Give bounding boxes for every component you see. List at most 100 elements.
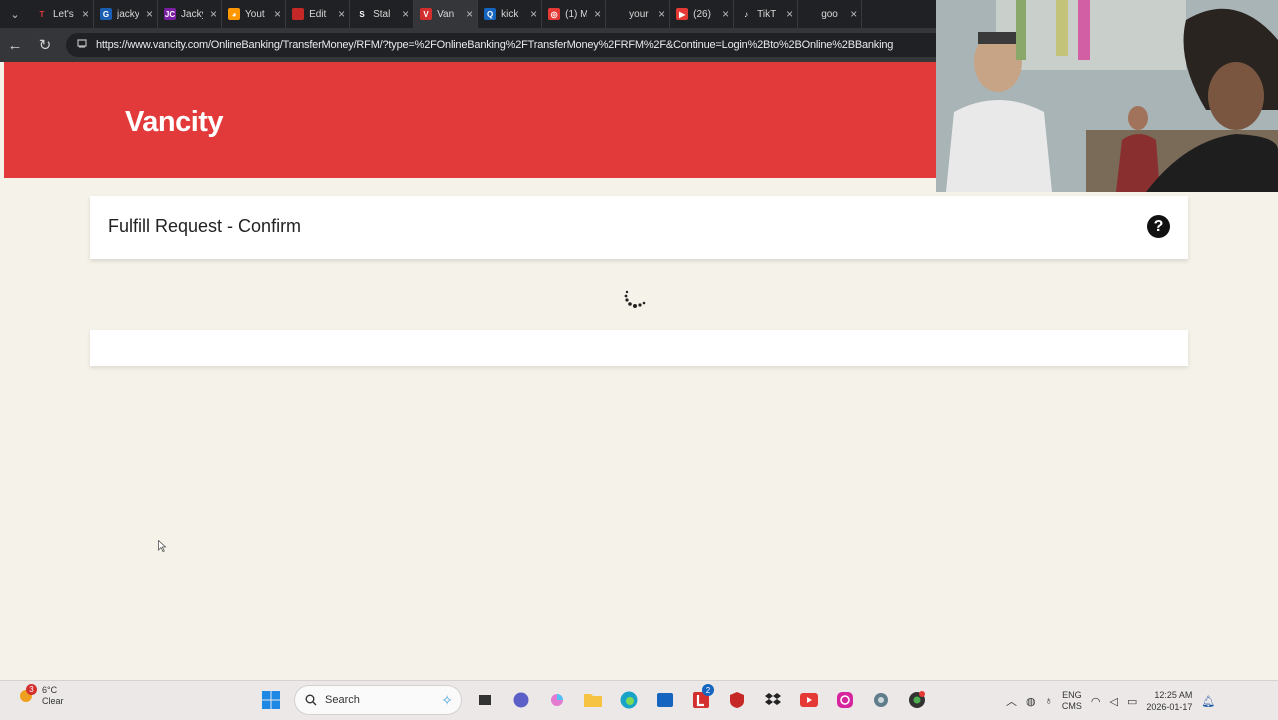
tab-close-icon[interactable]: × bbox=[722, 7, 729, 21]
loading-spinner-icon bbox=[624, 290, 646, 308]
tab-close-icon[interactable]: × bbox=[402, 7, 409, 21]
language-indicator[interactable]: ENG CMS bbox=[1062, 690, 1082, 712]
browser-tab[interactable]: ♪ TikT × bbox=[734, 0, 799, 28]
browser-tab[interactable]: JC Jacky × bbox=[158, 0, 223, 28]
tab-favicon-icon: ♪ bbox=[740, 8, 753, 20]
search-icon bbox=[305, 694, 317, 706]
lang-bottom: CMS bbox=[1061, 701, 1082, 711]
browser-tab[interactable]: V Van × bbox=[414, 0, 479, 28]
tab-title: Let's bbox=[53, 8, 74, 20]
tab-close-icon[interactable]: × bbox=[466, 7, 473, 21]
tab-title: (1) M bbox=[565, 8, 588, 20]
tab-favicon-icon: G bbox=[100, 8, 113, 20]
tab-favicon-icon: Q bbox=[484, 8, 497, 20]
help-icon[interactable]: ? bbox=[1147, 215, 1170, 238]
clock-time: 12:25 AM bbox=[1154, 690, 1193, 700]
weather-widget[interactable]: 3 6°C Clear bbox=[16, 684, 64, 707]
weather-desc: Clear bbox=[42, 696, 64, 706]
notification-badge: 2 bbox=[702, 684, 714, 696]
browser-tab[interactable]: your × bbox=[606, 0, 671, 28]
tab-title: Van bbox=[437, 8, 455, 20]
dropbox-icon[interactable] bbox=[760, 685, 786, 715]
content-panel bbox=[90, 330, 1188, 366]
browser-tab[interactable]: Edit × bbox=[286, 0, 351, 28]
tab-close-icon[interactable]: × bbox=[850, 7, 857, 21]
lastpass-icon[interactable]: 2 bbox=[688, 684, 714, 715]
taskbar-apps: Search ✧ 2 bbox=[258, 684, 930, 715]
mcafee-icon[interactable] bbox=[724, 685, 750, 715]
tab-title: Yout bbox=[245, 8, 265, 20]
mouse-cursor-icon bbox=[158, 540, 166, 552]
tab-close-icon[interactable]: × bbox=[594, 7, 601, 21]
tab-title: kick bbox=[501, 8, 519, 20]
tab-title: Jacky bbox=[181, 8, 203, 20]
tab-title: goo bbox=[821, 8, 838, 20]
copilot-icon[interactable] bbox=[544, 685, 570, 715]
reload-icon[interactable]: ↻ bbox=[30, 28, 60, 62]
browser-tab[interactable]: ▶ (26) × bbox=[670, 0, 735, 28]
instagram-icon[interactable] bbox=[832, 685, 858, 715]
url-text[interactable]: https://www.vancity.com/OnlineBanking/Tr… bbox=[96, 39, 893, 51]
address-bar[interactable]: https://www.vancity.com/OnlineBanking/Tr… bbox=[66, 33, 940, 57]
lang-top: ENG bbox=[1062, 690, 1082, 700]
webcam-overlay bbox=[936, 0, 1278, 192]
tab-close-icon[interactable]: × bbox=[530, 7, 537, 21]
tab-favicon-icon: ◕ bbox=[228, 8, 241, 20]
browser-tab[interactable]: Gjacky × bbox=[94, 0, 159, 28]
chrome-profile-icon[interactable] bbox=[904, 685, 930, 715]
youtube-icon[interactable] bbox=[796, 685, 822, 715]
weather-badge: 3 bbox=[26, 684, 37, 695]
tab-title: Stal bbox=[373, 8, 391, 20]
browser-tab[interactable]: goo × bbox=[798, 0, 863, 28]
tab-title: TikT bbox=[757, 8, 777, 20]
browser-tab[interactable]: Qkick × bbox=[478, 0, 543, 28]
tab-title: Edit bbox=[309, 8, 327, 20]
file-explorer-icon[interactable] bbox=[580, 685, 606, 715]
tab-close-icon[interactable]: × bbox=[210, 7, 217, 21]
tab-favicon-icon: ◎ bbox=[548, 8, 561, 20]
browser-tab[interactable]: S Stal × bbox=[350, 0, 415, 28]
notification-bell-icon[interactable]: 🔔︎ bbox=[1201, 695, 1215, 708]
volume-icon[interactable]: ◁ bbox=[1109, 695, 1117, 708]
vancity-logo[interactable]: Vancity bbox=[125, 106, 224, 139]
search-label: Search bbox=[325, 694, 360, 706]
browser-tab[interactable]: ◎ (1) M × bbox=[542, 0, 607, 28]
start-windows-icon[interactable] bbox=[258, 685, 284, 715]
browser-tab[interactable]: ◕ Yout × bbox=[222, 0, 287, 28]
task-view-icon[interactable] bbox=[472, 685, 498, 715]
battery-icon[interactable]: ▭ bbox=[1127, 695, 1137, 708]
browser-tab[interactable]: T Let's × bbox=[30, 0, 95, 28]
wifi-icon[interactable]: ◠ bbox=[1091, 695, 1101, 708]
tab-close-icon[interactable]: × bbox=[274, 7, 281, 21]
tab-title: jacky bbox=[117, 8, 140, 20]
microphone-icon[interactable]: ♁ bbox=[1045, 695, 1053, 707]
edge-browser-icon[interactable] bbox=[616, 685, 642, 715]
tab-favicon-icon: V bbox=[420, 8, 433, 20]
browser-tab-strip: ⌄ T Let's × Gjacky × JC Jacky × ◕ Yout × Edit × S Stal… bbox=[0, 0, 940, 28]
weather-text: 6°C Clear bbox=[42, 685, 64, 707]
tab-close-icon[interactable]: × bbox=[338, 7, 345, 21]
tab-favicon-icon: T bbox=[36, 8, 48, 20]
taskbar-search[interactable]: Search ✧ bbox=[294, 685, 462, 715]
screen: ⌄ T Let's × Gjacky × JC Jacky × ◕ Yout × Edit × S Stal… bbox=[0, 0, 1278, 720]
weather-icon: 3 bbox=[16, 684, 37, 706]
network-status-icon[interactable]: ◍ bbox=[1026, 695, 1036, 708]
tab-favicon-icon bbox=[612, 8, 625, 20]
clock[interactable]: 12:25 AM 2026-01-17 bbox=[1146, 689, 1192, 713]
tab-close-icon[interactable]: × bbox=[82, 7, 89, 21]
back-arrow-icon[interactable]: ← bbox=[0, 28, 30, 62]
tab-title: (26) bbox=[693, 8, 711, 20]
outlook-icon[interactable] bbox=[652, 685, 678, 715]
site-info-icon[interactable] bbox=[76, 38, 88, 52]
tab-search-chevron-icon[interactable]: ⌄ bbox=[0, 0, 30, 28]
tab-close-icon[interactable]: × bbox=[146, 7, 153, 21]
tab-favicon-icon: S bbox=[356, 8, 369, 20]
page-title: Fulfill Request - Confirm bbox=[108, 216, 302, 236]
webcam-scene bbox=[936, 0, 1278, 192]
tab-close-icon[interactable]: × bbox=[786, 7, 793, 21]
chat-icon[interactable] bbox=[508, 685, 534, 715]
settings-icon[interactable] bbox=[868, 685, 894, 715]
show-hidden-icons-chevron-icon[interactable]: ︿ bbox=[1006, 693, 1017, 709]
tab-close-icon[interactable]: × bbox=[658, 7, 665, 21]
search-highlight-icon: ✧ bbox=[441, 691, 453, 708]
